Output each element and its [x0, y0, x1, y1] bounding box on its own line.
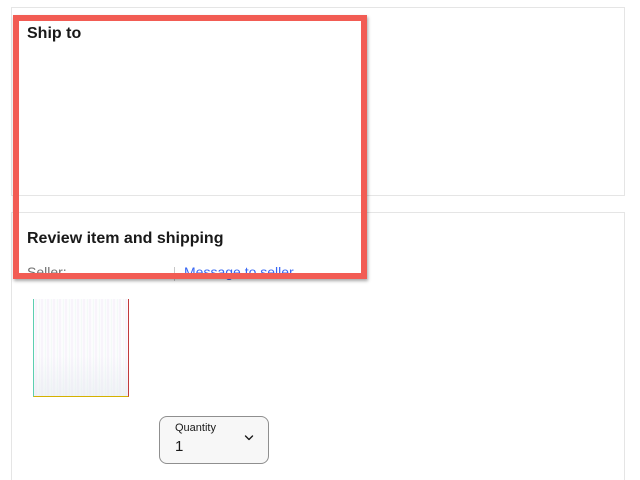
seller-row: Seller: Message to seller: [27, 264, 327, 284]
review-item-section: Review item and shipping Seller: Message…: [11, 212, 625, 480]
seller-label: Seller:: [27, 264, 67, 280]
message-to-seller-link[interactable]: Message to seller: [184, 264, 294, 280]
ship-to-section: Ship to: [11, 7, 625, 196]
thumbnail-shade: [34, 356, 128, 396]
seller-divider: [174, 267, 175, 281]
ship-to-heading: Ship to: [27, 25, 82, 42]
quantity-value: 1: [175, 438, 184, 455]
quantity-select[interactable]: Quantity 1: [159, 416, 269, 464]
checkout-page: Ship to Review item and shipping Seller:…: [0, 0, 640, 480]
review-item-heading: Review item and shipping: [27, 230, 224, 247]
item-thumbnail[interactable]: [33, 299, 129, 397]
quantity-label: Quantity: [175, 422, 216, 434]
chevron-down-icon: [244, 435, 254, 441]
